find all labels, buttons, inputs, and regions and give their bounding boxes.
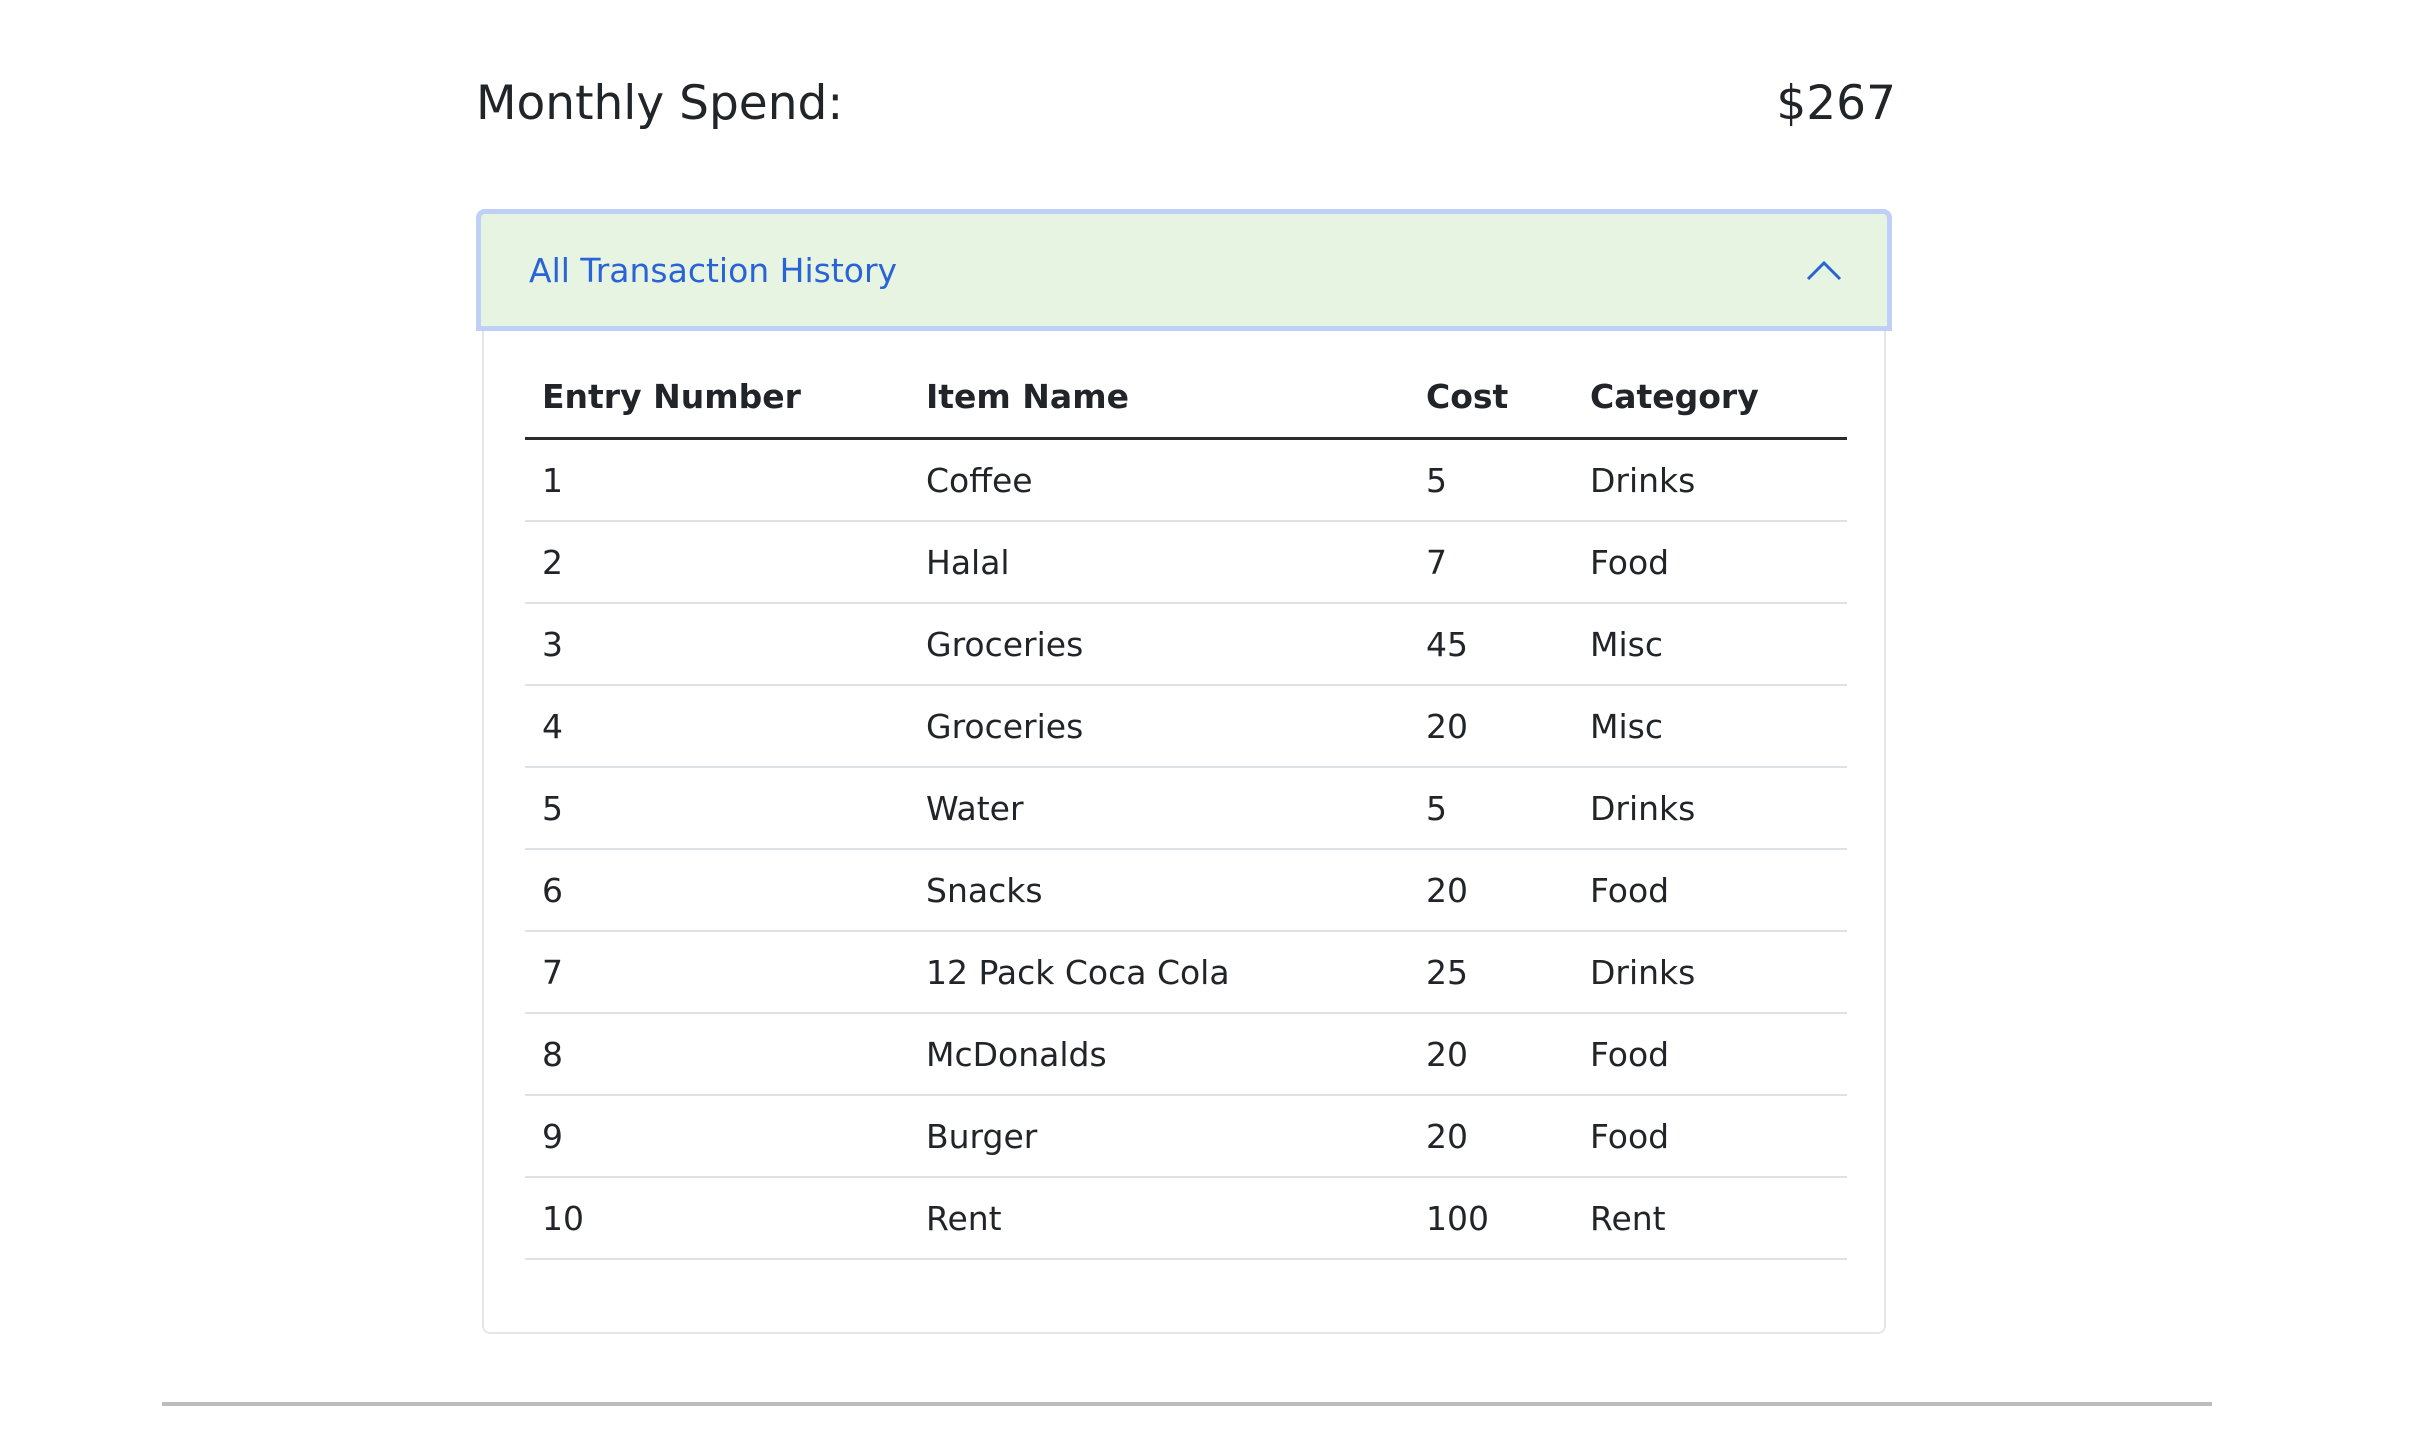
cost-cell: 20: [1409, 1095, 1573, 1178]
item-name-cell: Halal: [909, 521, 1409, 604]
entry-number-cell: 8: [525, 1013, 909, 1096]
table-row: 6 Snacks 20 Food: [525, 849, 1847, 932]
table-row: 9 Burger 20 Food: [525, 1095, 1847, 1178]
chevron-up-icon: [1805, 251, 1843, 289]
cost-cell: 20: [1409, 1013, 1573, 1096]
entry-number-cell: 2: [525, 521, 909, 604]
item-name-cell: McDonalds: [909, 1013, 1409, 1096]
item-name-cell: Groceries: [909, 603, 1409, 686]
cost-cell: 100: [1409, 1177, 1573, 1260]
transaction-history-title: All Transaction History: [529, 250, 898, 290]
monthly-spend-summary: Monthly Spend: $267: [476, 68, 1896, 138]
table-row: 1 Coffee 5 Drinks: [525, 438, 1847, 522]
table-row: 4 Groceries 20 Misc: [525, 685, 1847, 768]
category-cell: Food: [1573, 1095, 1847, 1178]
item-name-cell: Burger: [909, 1095, 1409, 1178]
table-row: 5 Water 5 Drinks: [525, 767, 1847, 850]
entry-number-cell: 6: [525, 849, 909, 932]
cost-cell: 25: [1409, 931, 1573, 1014]
cost-cell: 5: [1409, 767, 1573, 850]
column-header-entry-number: Entry Number: [525, 355, 909, 440]
item-name-cell: Rent: [909, 1177, 1409, 1260]
column-header-cost: Cost: [1409, 355, 1573, 440]
table-row: 2 Halal 7 Food: [525, 521, 1847, 604]
category-cell: Drinks: [1573, 767, 1847, 850]
entry-number-cell: 3: [525, 603, 909, 686]
category-cell: Misc: [1573, 685, 1847, 768]
entry-number-cell: 7: [525, 931, 909, 1014]
monthly-spend-label: Monthly Spend:: [476, 75, 844, 131]
entry-number-cell: 10: [525, 1177, 909, 1260]
category-cell: Misc: [1573, 603, 1847, 686]
category-cell: Food: [1573, 849, 1847, 932]
category-cell: Food: [1573, 521, 1847, 604]
cost-cell: 5: [1409, 438, 1573, 522]
table-row: 10 Rent 100 Rent: [525, 1177, 1847, 1260]
monthly-spend-amount: $267: [1776, 75, 1896, 131]
cost-cell: 20: [1409, 685, 1573, 768]
category-cell: Food: [1573, 1013, 1847, 1096]
column-header-category: Category: [1573, 355, 1847, 440]
entry-number-cell: 1: [525, 438, 909, 522]
table-header-row: Entry Number Item Name Cost Category: [525, 355, 1847, 440]
item-name-cell: Snacks: [909, 849, 1409, 932]
entry-number-cell: 5: [525, 767, 909, 850]
cost-cell: 45: [1409, 603, 1573, 686]
table-row: 7 12 Pack Coca Cola 25 Drinks: [525, 931, 1847, 1014]
cost-cell: 20: [1409, 849, 1573, 932]
item-name-cell: 12 Pack Coca Cola: [909, 931, 1409, 1014]
footer-divider: [162, 1402, 2212, 1406]
transaction-table-container: Entry Number Item Name Cost Category 1 C…: [525, 355, 1847, 1260]
entry-number-cell: 9: [525, 1095, 909, 1178]
column-header-item-name: Item Name: [909, 355, 1409, 440]
table-row: 8 McDonalds 20 Food: [525, 1013, 1847, 1096]
transaction-history-toggle[interactable]: All Transaction History: [476, 209, 1892, 331]
entry-number-cell: 4: [525, 685, 909, 768]
cost-cell: 7: [1409, 521, 1573, 604]
item-name-cell: Water: [909, 767, 1409, 850]
item-name-cell: Coffee: [909, 438, 1409, 522]
table-row: 3 Groceries 45 Misc: [525, 603, 1847, 686]
category-cell: Drinks: [1573, 931, 1847, 1014]
category-cell: Rent: [1573, 1177, 1847, 1260]
transaction-table: Entry Number Item Name Cost Category 1 C…: [525, 355, 1847, 1260]
category-cell: Drinks: [1573, 438, 1847, 522]
item-name-cell: Groceries: [909, 685, 1409, 768]
